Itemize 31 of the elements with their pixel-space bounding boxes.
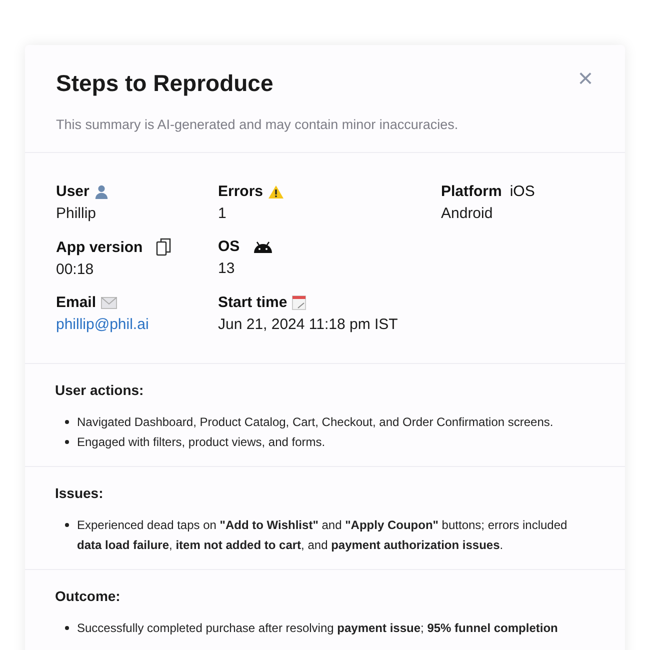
field-value: Android (441, 205, 494, 222)
envelope-icon (101, 296, 118, 308)
section-heading: Outcome: (55, 588, 122, 604)
bullet-text: Experienced dead taps on "Add to Wishlist" and "Apply Coupon" buttons; errors included data load failure, item not added to cart, and payment authorization issues. (77, 517, 568, 554)
bullet-text: Engaged with filters, product views, and forms. (77, 434, 326, 451)
calendar-icon (292, 295, 306, 310)
platform-tag: iOS (510, 183, 535, 200)
field-label: Email (56, 294, 96, 311)
field-value: 13 (218, 260, 236, 277)
user-icon (94, 184, 110, 199)
section-heading: User actions: (55, 382, 145, 398)
close-button[interactable]: × (576, 67, 595, 89)
field-value: Phillip (56, 205, 98, 222)
bullet-text: Successfully completed purchase after resolving payment issue; 95% funnel completion (77, 620, 558, 637)
section-heading: Issues: (55, 485, 104, 501)
field-value: 1 (218, 205, 228, 222)
field-value: 00:18 (56, 261, 95, 278)
field-label: Start time (218, 294, 288, 311)
field-label: App version (56, 238, 143, 256)
field-label: OS (218, 238, 240, 255)
bullet-text: Navigated Dashboard, Product Catalog, Cart, Checkout, and Order Confirmation screens. (77, 414, 554, 431)
android-icon (252, 240, 273, 252)
dialog-title: Steps to Reproduce (56, 69, 274, 98)
warning-icon (268, 184, 284, 198)
disclaimer-text: This summary is AI-generated and may contain minor inaccuracies. (56, 117, 460, 132)
copy-icon (156, 238, 171, 256)
field-label: Platform (441, 183, 502, 200)
field-label: Errors (218, 183, 264, 200)
field-value: Jun 21, 2024 11:18 pm IST (218, 316, 399, 333)
field-label: User (56, 183, 90, 200)
email-link[interactable]: phillip@phil.ai (56, 316, 149, 333)
